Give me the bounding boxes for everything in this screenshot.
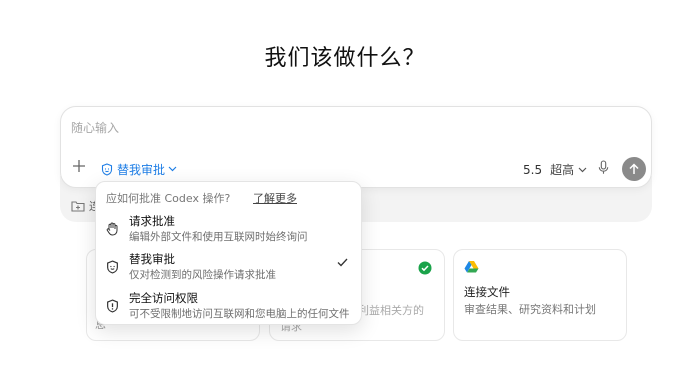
menu-header: 应如何批准 Codex 操作? — [106, 192, 231, 205]
shield-face-icon — [101, 162, 113, 176]
approval-mode-label: 替我审批 — [117, 162, 166, 177]
drive-icon — [464, 261, 479, 273]
shield-face-icon — [107, 260, 118, 274]
plus-icon — [73, 160, 85, 172]
card-title: 连接文件 — [464, 285, 510, 299]
composer-box: 随心输入 替我审批 5.5 超高 — [60, 106, 652, 188]
connect-files-card[interactable]: 连接文件 审查结果、研究资料和计划 — [453, 249, 627, 341]
microphone-icon — [598, 160, 609, 174]
page-title: 我们该做什么？ — [264, 46, 426, 71]
card-desc-fragment: 利益相关方的 — [358, 304, 424, 317]
menu-item-desc: 仅对检测到的风险操作请求批准 — [129, 269, 276, 281]
menu-item-label: 请求批准 — [129, 214, 175, 228]
warning-shield-icon — [107, 299, 118, 313]
arrow-up-icon — [629, 163, 639, 174]
menu-item-full-access[interactable]: 完全访问权限 可不受限制地访问互联网和您电脑上的任何文件 — [96, 289, 361, 325]
send-button[interactable] — [622, 157, 646, 181]
model-version: 5.5 — [523, 162, 543, 177]
menu-item-approve-for-me[interactable]: 替我审批 仅对检测到的风险操作请求批准 — [96, 250, 361, 286]
menu-item-desc: 可不受限制地访问互联网和您电脑上的任何文件 — [129, 308, 350, 320]
menu-item-label: 完全访问权限 — [129, 291, 198, 305]
add-attachment-button[interactable] — [71, 159, 87, 175]
model-selector-button[interactable]: 5.5 超高 — [523, 161, 587, 178]
hand-icon — [106, 222, 118, 236]
composer-input[interactable]: 随心输入 — [71, 119, 119, 136]
check-circle-icon — [418, 261, 432, 275]
folder-plus-icon — [71, 201, 85, 212]
approval-mode-button[interactable]: 替我审批 — [101, 161, 181, 177]
card-desc: 审查结果、研究资料和计划 — [464, 303, 596, 316]
checkmark-icon — [337, 258, 348, 267]
learn-more-link[interactable]: 了解更多 — [253, 190, 297, 206]
menu-item-request-approval[interactable]: 请求批准 编辑外部文件和使用互联网时始终询问 — [96, 212, 361, 248]
model-speed: 超高 — [550, 163, 575, 177]
menu-item-desc: 编辑外部文件和使用互联网时始终询问 — [129, 231, 308, 243]
chevron-down-icon — [168, 166, 177, 172]
microphone-button[interactable] — [598, 160, 609, 179]
menu-item-label: 替我审批 — [129, 252, 175, 266]
approval-mode-menu: 应如何批准 Codex 操作? 了解更多 请求批准 编辑外部文件和使用互联网时始… — [95, 181, 362, 325]
chevron-down-icon — [578, 167, 587, 172]
